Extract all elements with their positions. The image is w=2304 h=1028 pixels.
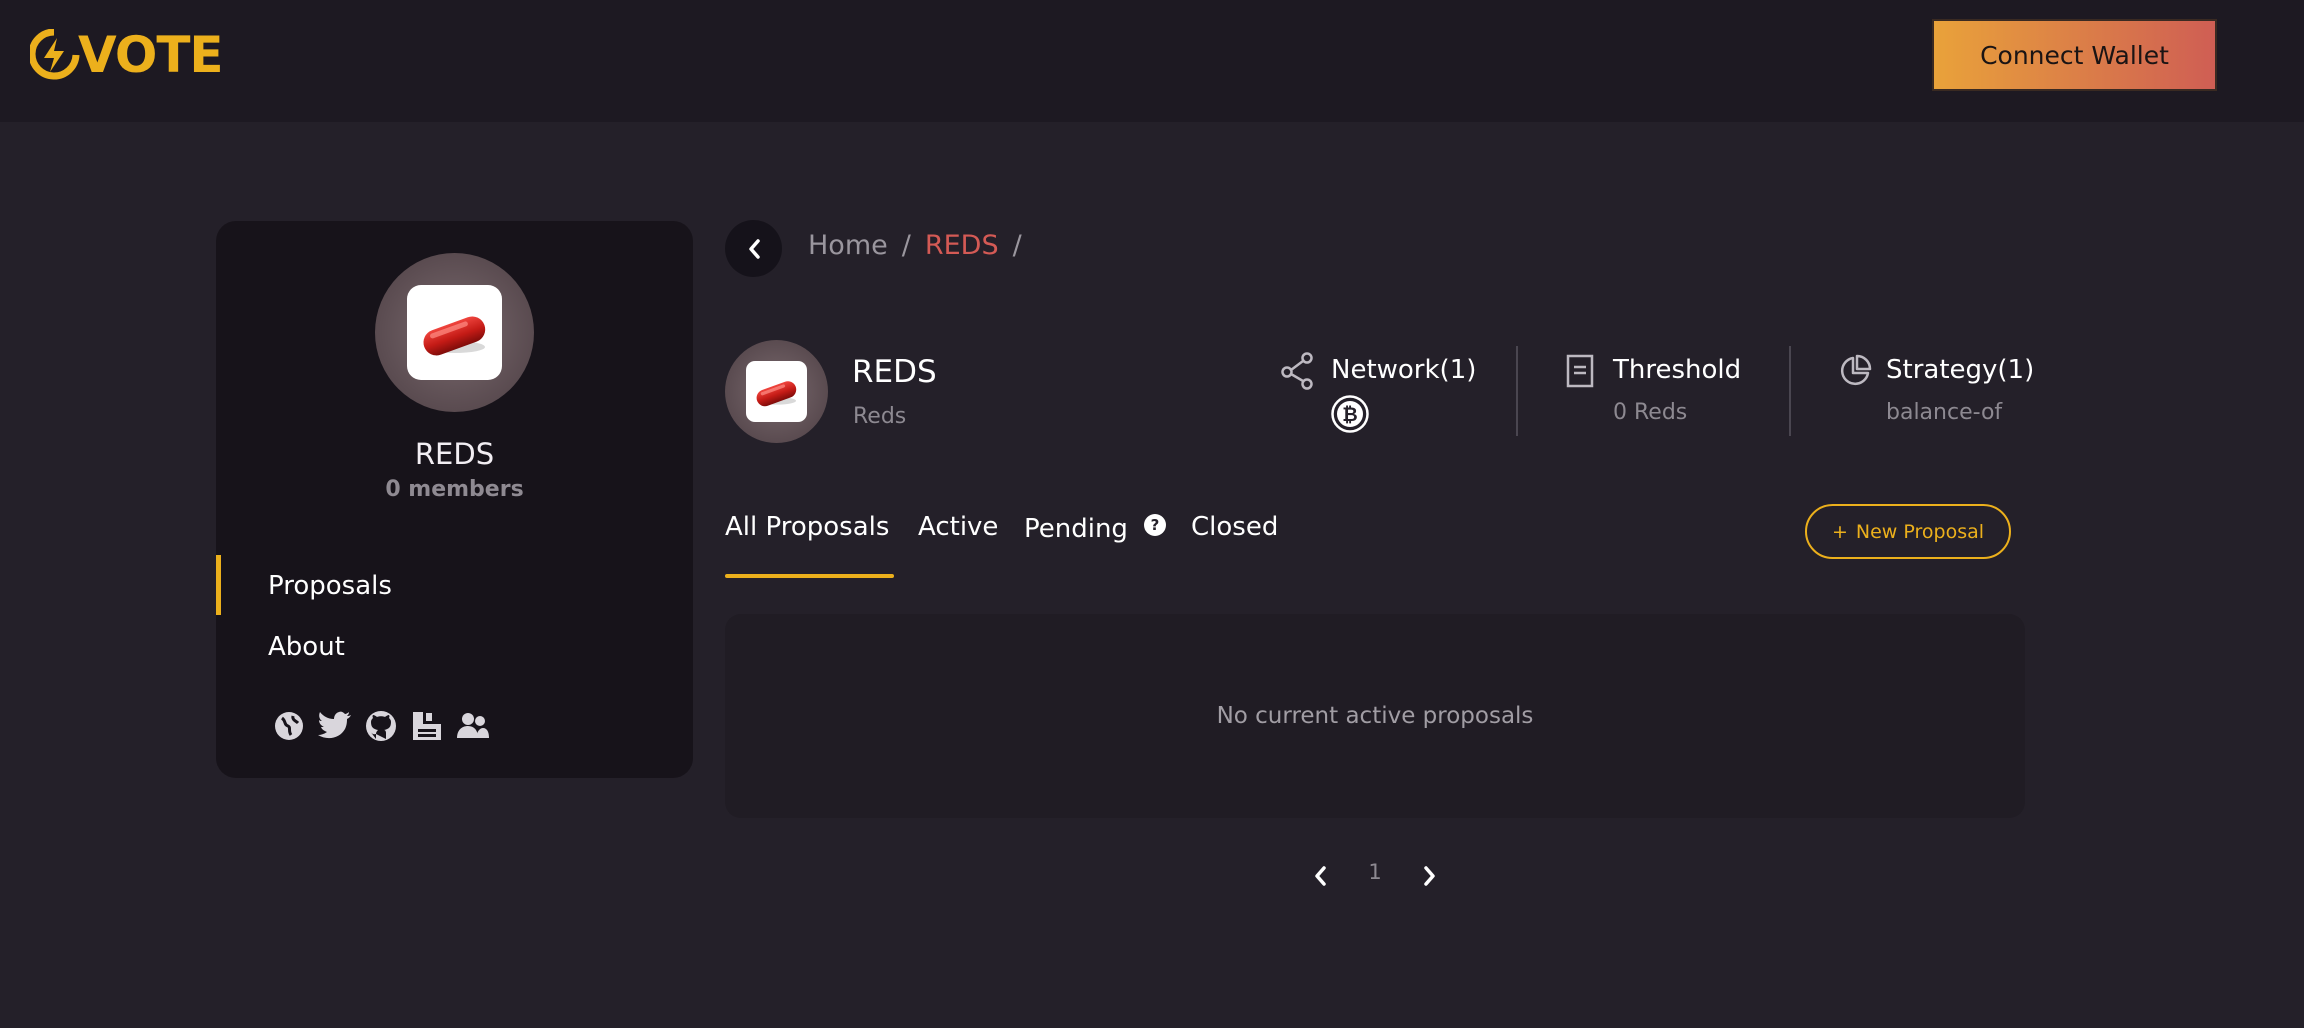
pill-image	[407, 285, 502, 380]
top-bar: VOTE Connect Wallet	[0, 0, 2304, 122]
chevron-left-icon	[748, 238, 760, 259]
tab-closed[interactable]: Closed	[1191, 512, 1278, 542]
bitcoin-icon[interactable]: ₿	[1330, 394, 1370, 434]
chevron-right-icon[interactable]	[1422, 864, 1438, 888]
twitter-icon[interactable]	[318, 709, 352, 743]
breadcrumb-current[interactable]: REDS	[925, 230, 999, 261]
plus-icon: +	[1831, 520, 1848, 543]
space-title: REDS	[414, 437, 495, 471]
page-number[interactable]: 1	[1362, 860, 1388, 884]
breadcrumb-home[interactable]: Home	[808, 230, 888, 261]
logo-text: VOTE	[78, 26, 224, 84]
github-icon[interactable]	[364, 709, 398, 743]
threshold-label: Threshold	[1613, 355, 1742, 385]
sidebar-item-about[interactable]: About	[268, 632, 345, 662]
breadcrumb-separator: /	[901, 230, 911, 261]
back-button[interactable]	[725, 220, 782, 277]
network-label: Network(1)	[1331, 355, 1477, 385]
pagination: 1	[1300, 858, 1450, 894]
tab-active[interactable]: Active	[918, 512, 998, 542]
chevron-left-icon[interactable]	[1312, 864, 1328, 888]
breadcrumb: Home / REDS /	[808, 230, 1022, 261]
lightning-icon	[30, 29, 80, 80]
space-name: REDS	[852, 354, 937, 390]
empty-state-message: No current active proposals	[1216, 703, 1534, 729]
social-links	[272, 709, 490, 743]
tab-pending[interactable]: Pending	[1024, 514, 1128, 544]
logo[interactable]: VOTE	[30, 26, 224, 84]
space-symbol: Reds	[853, 404, 907, 429]
active-nav-indicator	[216, 555, 221, 615]
info-divider	[1789, 346, 1791, 436]
globe-icon[interactable]	[272, 709, 306, 743]
space-sidebar: REDS 0 members Proposals About	[216, 221, 693, 778]
member-count: 0 members	[385, 477, 524, 502]
document-icon	[1566, 354, 1594, 388]
new-proposal-label: New Proposal	[1855, 520, 1985, 543]
active-tab-underline	[725, 574, 894, 578]
proposals-list: No current active proposals	[725, 614, 2025, 818]
network-icon	[1281, 352, 1313, 390]
strategy-value: balance-of	[1886, 400, 2003, 425]
tab-all-proposals[interactable]: All Proposals	[725, 512, 889, 542]
threshold-value: 0 Reds	[1613, 400, 1688, 425]
sidebar-item-proposals[interactable]: Proposals	[268, 571, 392, 601]
pill-image	[746, 361, 807, 422]
space-avatar	[375, 253, 534, 412]
svg-text:₿: ₿	[1342, 404, 1357, 426]
new-proposal-button[interactable]: + New Proposal	[1805, 504, 2011, 559]
space-header-avatar	[725, 340, 828, 443]
strategy-label: Strategy(1)	[1886, 355, 2035, 385]
docs-icon[interactable]	[410, 709, 444, 743]
community-icon[interactable]	[456, 709, 490, 743]
info-divider	[1516, 346, 1518, 436]
connect-wallet-button[interactable]: Connect Wallet	[1932, 19, 2217, 91]
breadcrumb-separator: /	[1012, 230, 1022, 261]
pie-chart-icon	[1840, 354, 1872, 386]
help-icon[interactable]: ?	[1144, 514, 1166, 536]
